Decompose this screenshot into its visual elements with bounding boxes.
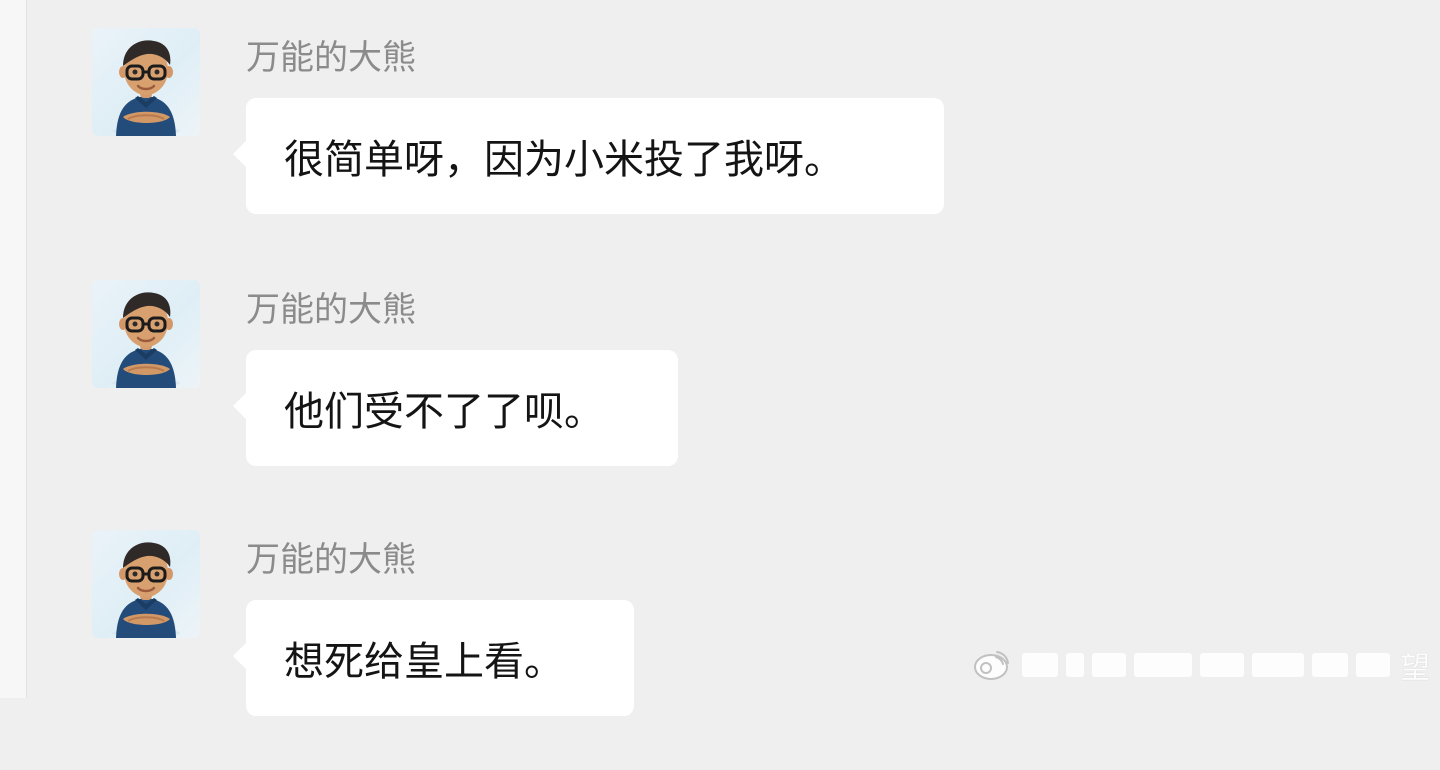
message-bubble[interactable]: 想死给皇上看。: [233, 600, 634, 716]
sender-avatar[interactable]: [92, 530, 200, 638]
sender-avatar[interactable]: [92, 28, 200, 136]
sender-name: 万能的大熊: [246, 38, 416, 78]
watermark-redacted-text: [1022, 653, 1390, 677]
glasses-man-avatar-icon: [112, 542, 180, 638]
message-item: 万能的大熊 他们受不了了呗。: [92, 280, 992, 520]
message-bubble[interactable]: 他们受不了了呗。: [233, 350, 678, 466]
glasses-man-avatar-icon: [112, 40, 180, 136]
message-bubble[interactable]: 很简单呀，因为小米投了我呀。: [233, 98, 944, 214]
message-text: 他们受不了了呗。: [284, 389, 604, 435]
sender-name: 万能的大熊: [246, 540, 416, 580]
message-text: 想死给皇上看。: [284, 639, 564, 685]
message-item: 万能的大熊 很简单呀，因为小米投了我呀。: [92, 28, 992, 268]
chat-message-list[interactable]: 万能的大熊 很简单呀，因为小米投了我呀。 万能的大熊 他们受不了了呗。 万能的大…: [0, 0, 1440, 716]
weibo-logo-icon: [974, 651, 1009, 680]
watermark-text: 望: [1400, 651, 1430, 686]
weibo-watermark: 望: [970, 644, 1430, 686]
glasses-man-avatar-icon: [112, 292, 180, 388]
message-text: 很简单呀，因为小米投了我呀。: [284, 137, 844, 183]
sender-avatar[interactable]: [92, 280, 200, 388]
message-item: 万能的大熊 想死给皇上看。: [92, 530, 992, 770]
sender-name: 万能的大熊: [246, 290, 416, 330]
